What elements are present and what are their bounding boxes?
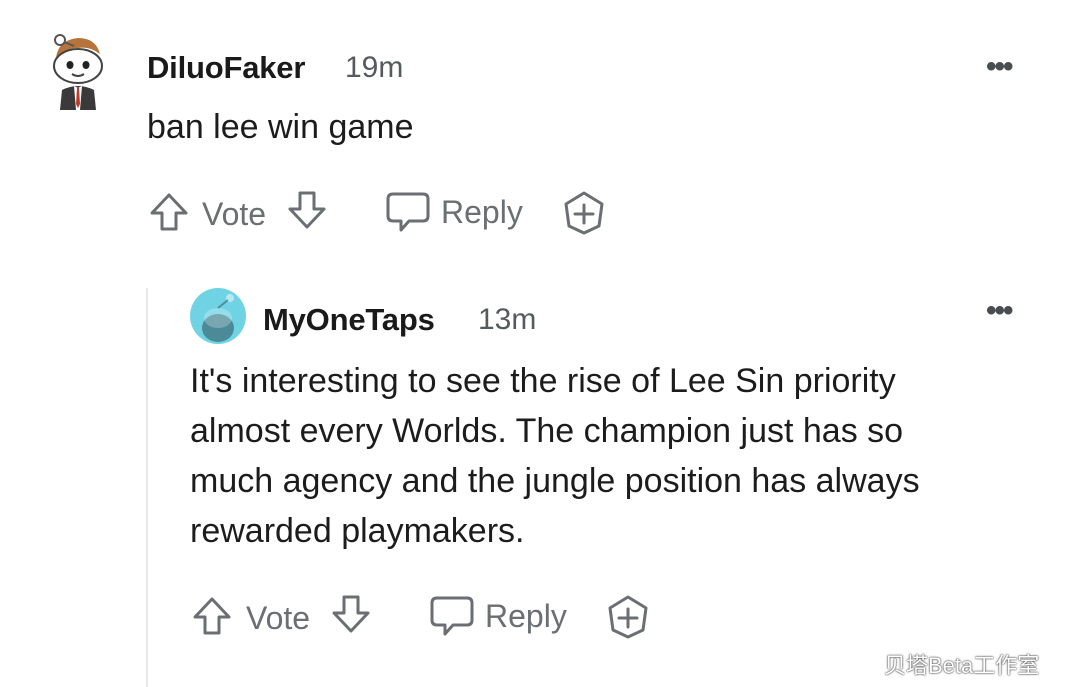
timestamp: 19m: [345, 51, 404, 84]
award-button[interactable]: [605, 594, 651, 640]
upvote-button[interactable]: [190, 594, 234, 638]
vote-label: Vote: [202, 196, 267, 232]
award-plus-icon: [564, 191, 604, 235]
username[interactable]: DiluoFaker: [147, 50, 305, 86]
reply-button[interactable]: Reply: [429, 594, 567, 638]
comment-2: MyOneTaps 13m ••• It's interesting to se…: [0, 280, 1071, 687]
downvote-button[interactable]: [329, 592, 373, 636]
snoo-avatar-icon: [190, 288, 246, 344]
arrow-up-icon: [193, 597, 231, 635]
avatar[interactable]: [190, 288, 246, 344]
timestamp: 13m: [478, 303, 537, 336]
more-options-icon[interactable]: •••: [986, 296, 1013, 326]
reply-button[interactable]: Reply: [385, 190, 523, 234]
arrow-down-icon: [288, 191, 326, 229]
more-options-icon[interactable]: •••: [986, 52, 1013, 82]
vote-label: Vote: [246, 600, 311, 636]
award-button[interactable]: [561, 190, 607, 236]
watermark: 贝塔Beta工作室: [884, 653, 1040, 678]
arrow-down-icon: [332, 595, 370, 633]
avatar[interactable]: [44, 28, 110, 110]
comment-body: ban lee win game: [147, 108, 414, 146]
reply-label: Reply: [441, 193, 523, 230]
comment-bubble-icon: [430, 596, 474, 636]
comment-1: DiluoFaker 19m ••• ban lee win game Vote…: [0, 0, 1071, 260]
snoo-avatar-icon: [53, 34, 103, 110]
award-plus-icon: [608, 595, 648, 639]
comment-bubble-icon: [386, 192, 430, 232]
comment-body: It's interesting to see the rise of Lee …: [190, 362, 920, 550]
upvote-button[interactable]: [147, 190, 191, 234]
reply-label: Reply: [485, 597, 567, 634]
downvote-button[interactable]: [285, 188, 329, 232]
username[interactable]: MyOneTaps: [263, 302, 435, 338]
arrow-up-icon: [150, 193, 188, 231]
